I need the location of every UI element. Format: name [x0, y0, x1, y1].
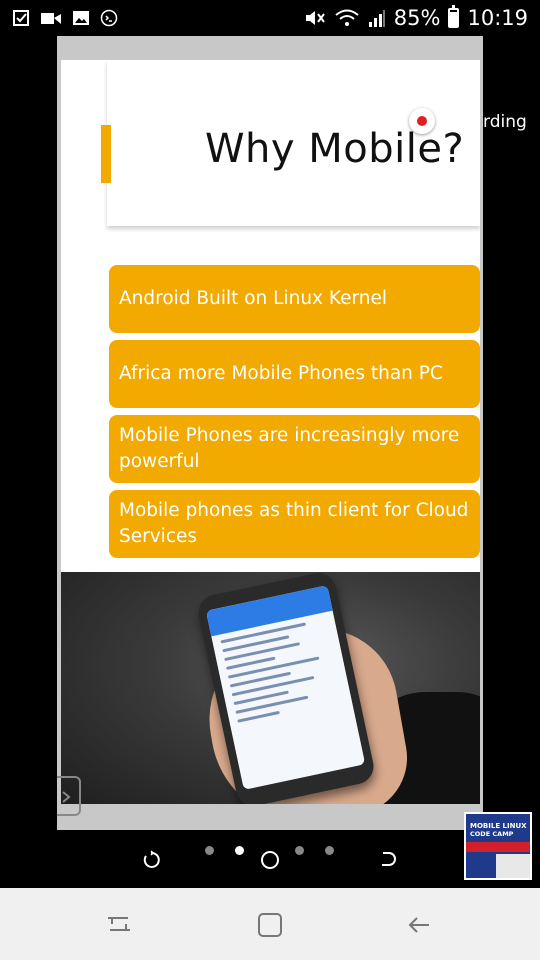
video-camera-icon	[41, 13, 61, 24]
chevron-right-icon	[62, 791, 71, 803]
pager-dot[interactable]	[325, 846, 334, 855]
home-icon[interactable]	[255, 910, 285, 940]
side-panel-handle[interactable]	[57, 776, 81, 816]
recording-label: rding	[483, 112, 527, 132]
phone-in-hand-image	[61, 572, 480, 804]
recent-apps-icon[interactable]	[104, 910, 134, 940]
wifi-icon	[335, 9, 359, 26]
bullet-item: Android Built on Linux Kernel	[109, 265, 480, 333]
home-circle-icon[interactable]	[260, 850, 280, 870]
signal-icon	[368, 10, 385, 27]
app-bar	[205, 585, 333, 637]
bullet-item: Africa more Mobile Phones than PC	[109, 340, 480, 408]
battery-percent: 85%	[393, 6, 441, 30]
thumbnail-title-line1: MOBILE LINUX	[470, 822, 527, 830]
back-icon[interactable]	[405, 910, 435, 940]
back-arrow-icon[interactable]	[378, 850, 398, 870]
mute-icon	[305, 11, 325, 25]
slide[interactable]: Why Mobile? Android Built on Linux Kerne…	[61, 60, 480, 572]
bullet-item: Mobile Phones are increasingly more powe…	[109, 415, 480, 483]
image-icon	[73, 11, 89, 25]
checkbox-icon	[13, 10, 29, 26]
title-card: Why Mobile?	[107, 60, 480, 226]
rotate-icon[interactable]	[142, 850, 162, 870]
system-nav-bar	[0, 888, 540, 960]
battery-fill	[450, 12, 458, 26]
bullet-list: Android Built on Linux Kernel Africa mor…	[109, 265, 480, 565]
terminal-icon	[100, 9, 118, 27]
record-button[interactable]	[409, 108, 435, 134]
pager-dot[interactable]	[235, 846, 244, 855]
title-accent-bar	[101, 125, 111, 183]
phone-screen	[205, 585, 366, 790]
bullet-item: Mobile phones as thin client for Cloud S…	[109, 490, 480, 558]
viewer-controls	[0, 838, 540, 882]
status-bar: 85% 10:19	[0, 0, 540, 36]
clock: 10:19	[467, 6, 528, 30]
thumbnail-title-line2: CODE CAMP	[470, 830, 514, 838]
battery-icon	[448, 5, 460, 28]
pager-dot[interactable]	[205, 846, 214, 855]
pager-dot[interactable]	[295, 846, 304, 855]
